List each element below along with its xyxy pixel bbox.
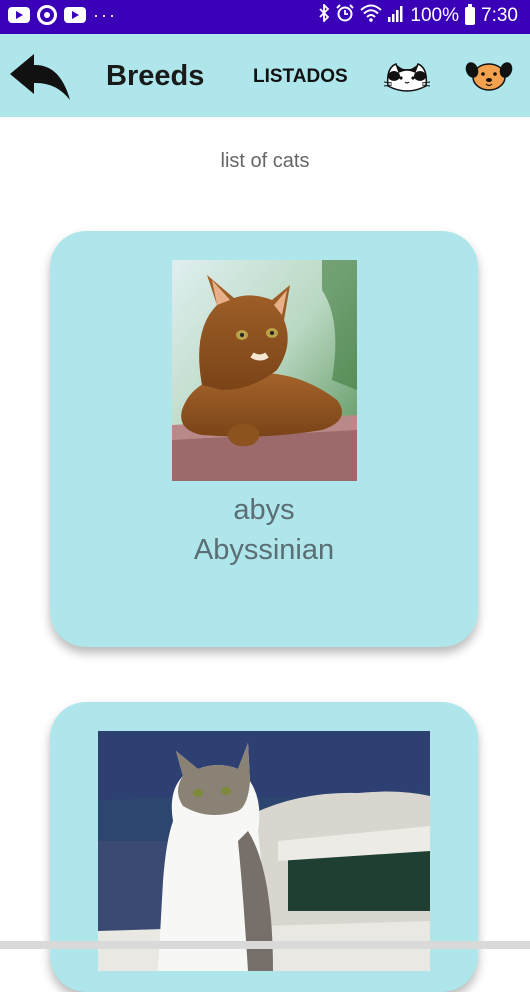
sync-icon	[37, 5, 57, 25]
page-title: Breeds	[106, 60, 205, 92]
cat-button[interactable]	[382, 56, 432, 96]
list-subtitle: list of cats	[220, 150, 310, 172]
dog-button[interactable]	[464, 56, 514, 96]
battery-icon	[465, 3, 476, 25]
clock: 7:30	[481, 4, 518, 26]
breed-id: abys	[233, 494, 295, 526]
status-bar: ··· 100% 7:30	[0, 0, 530, 34]
status-bar-right: 100% 7:30	[318, 2, 518, 27]
status-bar-left: ···	[8, 5, 117, 25]
more-dots-icon: ···	[93, 5, 117, 25]
youtube-icon	[64, 7, 86, 23]
youtube-icon	[8, 7, 30, 23]
cat-face-icon	[383, 63, 431, 92]
back-button[interactable]	[8, 50, 74, 104]
wifi-icon	[360, 4, 383, 27]
app-bar: Breeds LISTADOS	[0, 34, 530, 117]
breed-card[interactable]: abys Abyssinian	[50, 231, 478, 647]
system-nav-bar	[0, 941, 530, 949]
breed-name: Abyssinian	[193, 534, 335, 566]
listados-button[interactable]: LISTADOS	[253, 66, 348, 88]
breed-photo	[98, 731, 430, 971]
alarm-icon	[336, 4, 355, 27]
breed-photo	[172, 260, 357, 481]
battery-percent: 100%	[410, 4, 460, 26]
signal-icon	[388, 4, 404, 27]
dog-face-icon	[465, 62, 513, 91]
bluetooth-icon	[318, 2, 330, 27]
back-arrow-icon	[10, 54, 70, 100]
